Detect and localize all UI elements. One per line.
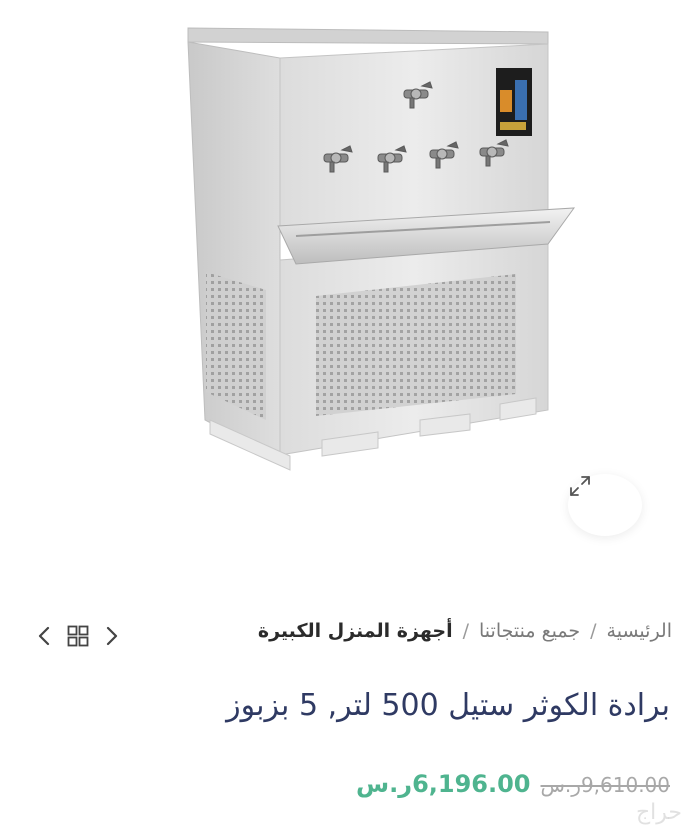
- expand-icon: [570, 476, 590, 496]
- next-product-button[interactable]: [104, 625, 120, 647]
- grid-icon: [67, 625, 89, 647]
- sale-price: 6,196.00ر.س: [356, 770, 531, 798]
- all-products-button[interactable]: [66, 624, 90, 648]
- breadcrumb-all-products-link[interactable]: جميع منتجاتنا: [479, 620, 580, 642]
- product-title: برادة الكوثر ستيل 500 لتر, 5 بزبوز: [226, 688, 670, 723]
- product-navigation: [36, 624, 120, 648]
- zoom-button[interactable]: [568, 474, 642, 536]
- product-page: الرئيسية / جميع منتجاتنا / أجهزة المنزل الكب…: [0, 0, 700, 835]
- watermark-logo: حراج: [635, 800, 682, 825]
- navigation-row: الرئيسية / جميع منتجاتنا / أجهزة المنزل الكب…: [0, 612, 700, 656]
- breadcrumb-separator: /: [590, 620, 597, 642]
- breadcrumb-home-link[interactable]: الرئيسية: [607, 620, 672, 642]
- price-row: 9,610.00ر.س 6,196.00ر.س: [356, 770, 670, 798]
- chevron-right-icon: [106, 626, 118, 646]
- breadcrumb-separator: /: [462, 620, 470, 642]
- previous-product-button[interactable]: [36, 625, 52, 647]
- breadcrumb-current-category[interactable]: أجهزة المنزل الكبيرة: [258, 620, 453, 642]
- product-image[interactable]: [0, 0, 700, 570]
- breadcrumb: الرئيسية / جميع منتجاتنا / أجهزة المنزل الكب…: [258, 620, 672, 642]
- old-price: 9,610.00ر.س: [540, 773, 671, 797]
- chevron-left-icon: [38, 626, 50, 646]
